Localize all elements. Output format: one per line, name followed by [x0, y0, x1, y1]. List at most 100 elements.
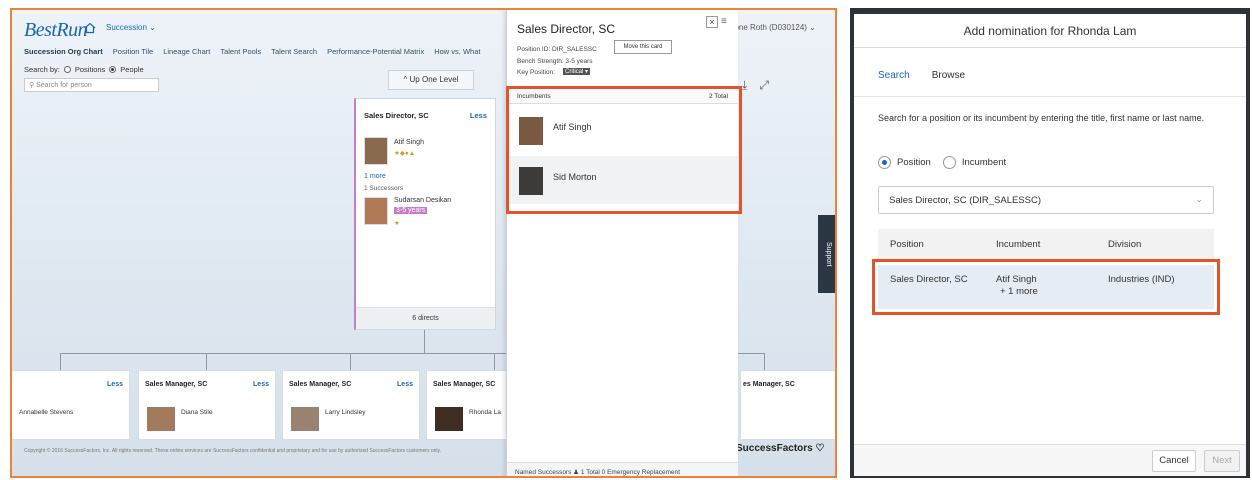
tab-lineage-chart[interactable]: Lineage Chart: [163, 47, 210, 56]
search-mode-radios: Position Incumbent: [878, 156, 1006, 169]
tab-position-tile[interactable]: Position Tile: [113, 47, 153, 56]
star-icon: ★: [394, 220, 400, 227]
people-radio[interactable]: [109, 66, 117, 73]
tab-performance-potential-matrix[interactable]: Performance-Potential Matrix: [327, 47, 424, 56]
cancel-button[interactable]: Cancel: [1152, 450, 1196, 472]
position-side-panel: Sales Director, SC × ≡ Position ID: DIR_…: [506, 10, 738, 476]
incumbent-name[interactable]: Rhonda La: [469, 409, 501, 416]
less-link[interactable]: Less: [397, 381, 413, 388]
up-one-level-label: Up One Level: [409, 75, 459, 84]
key-position-label: Key Position:: [517, 69, 555, 76]
nav-tabs: Succession Org Chart Position Tile Linea…: [24, 47, 480, 56]
download-icon[interactable]: ⤓: [742, 78, 759, 92]
succession-org-chart-screen: BestRun Succession ⌄ none Roth (D030124)…: [10, 8, 837, 478]
incumbent-name[interactable]: Atif Singh: [394, 139, 424, 146]
positions-radio[interactable]: [63, 66, 71, 73]
incumbents-highlight: [506, 86, 742, 214]
card-title: Sales Manager, SC: [289, 381, 352, 388]
nomination-dialog-screen: Add nomination for Rhonda Lam Search Bro…: [850, 8, 1250, 478]
column-division: Division: [1108, 239, 1142, 250]
person-icon: ♟: [573, 469, 579, 476]
position-card[interactable]: Less Annabelle Stevens: [12, 370, 130, 440]
bestrun-logo[interactable]: BestRun: [24, 19, 88, 42]
incumbent-name[interactable]: Diana Stile: [181, 409, 212, 416]
tab-search[interactable]: Search: [878, 70, 910, 81]
position-card[interactable]: es Manager, SC: [740, 370, 835, 440]
successor-name[interactable]: Sudarsan Desikan: [394, 197, 451, 204]
key-position-dropdown[interactable]: Critical ▾: [563, 68, 591, 75]
indicator-icons: ★◆●▲: [394, 150, 416, 157]
results-table-header: Position Incumbent Division: [878, 229, 1214, 259]
positions-radio-label[interactable]: Positions: [75, 65, 105, 74]
support-tab[interactable]: Support: [818, 215, 835, 293]
menu-icon[interactable]: ≡: [721, 16, 727, 27]
user-menu[interactable]: none Roth (D030124) ⌄: [730, 23, 816, 32]
next-button[interactable]: Next: [1204, 450, 1240, 472]
tab-talent-pools[interactable]: Talent Pools: [220, 47, 261, 56]
search-help-text: Search for a position or its incumbent b…: [878, 113, 1205, 123]
less-link[interactable]: Less: [107, 381, 123, 388]
connector-line: [494, 353, 495, 370]
composite-screenshot: BestRun Succession ⌄ none Roth (D030124)…: [0, 0, 1252, 480]
close-icon[interactable]: ×: [706, 16, 718, 28]
people-radio-label[interactable]: People: [120, 65, 143, 74]
dialog-tabs: Search Browse: [878, 70, 965, 81]
tab-how-vs-what[interactable]: How vs. What: [434, 47, 480, 56]
copyright-text: Copyright © 2016 SuccessFactors, Inc. Al…: [24, 448, 442, 454]
readiness-badge: 3-5 years: [394, 207, 428, 214]
less-link[interactable]: Less: [470, 111, 487, 120]
position-card[interactable]: Sales Manager, SC Less Larry Lindsley: [282, 370, 420, 440]
named-successors-bar: Named Successors ♟ 1 Total 0 Emergency R…: [507, 462, 738, 476]
move-card-tooltip: Move this card: [614, 40, 672, 54]
position-card-sales-director[interactable]: Sales Director, SC Less Atif Singh ★◆●▲ …: [354, 98, 496, 330]
tab-divider: [854, 96, 1246, 97]
position-radio-label[interactable]: Position: [897, 157, 931, 168]
fullscreen-icon[interactable]: ⤢: [759, 78, 781, 92]
tab-talent-search[interactable]: Talent Search: [271, 47, 317, 56]
bench-strength: Bench Strength: 3-5 years: [517, 58, 593, 65]
position-id: Position ID: DIR_SALESSC: [517, 46, 597, 53]
search-icon: ⚲: [29, 82, 35, 89]
home-icon[interactable]: [84, 22, 96, 34]
dialog-title: Add nomination for Rhonda Lam: [854, 14, 1246, 48]
card-title: Sales Manager, SC: [433, 381, 496, 388]
position-select[interactable]: Sales Director, SC (DIR_SALESSC) ⌄: [878, 186, 1214, 214]
tab-succession-org-chart[interactable]: Succession Org Chart: [24, 47, 103, 56]
module-menu[interactable]: Succession ⌄: [106, 23, 156, 32]
incumbent-photo: [435, 407, 463, 431]
chevron-down-icon: ⌄: [1195, 194, 1203, 204]
tab-browse[interactable]: Browse: [932, 70, 965, 81]
incumbent-radio-label[interactable]: Incumbent: [962, 157, 1006, 168]
position-card[interactable]: Sales Manager, SC Less Diana Stile: [138, 370, 276, 440]
search-by-label: Search by:: [24, 65, 60, 74]
incumbent-photo: [364, 137, 388, 165]
search-placeholder: Search for person: [36, 82, 92, 89]
card-title: Sales Manager, SC: [145, 381, 208, 388]
card-title: es Manager, SC: [743, 381, 795, 388]
connector-line: [60, 353, 61, 370]
heart-icon: ♡: [815, 443, 825, 454]
incumbent-name[interactable]: Annabelle Stevens: [19, 409, 73, 416]
chevron-up-icon: ^: [403, 75, 408, 84]
position-select-value: Sales Director, SC (DIR_SALESSC): [889, 195, 1042, 206]
successors-count: 1 Successors: [364, 185, 404, 192]
more-link[interactable]: 1 more: [364, 173, 386, 180]
position-radio[interactable]: [878, 156, 891, 169]
person-search-input[interactable]: ⚲ Search for person: [24, 78, 159, 92]
connector-line: [206, 353, 207, 370]
incumbent-photo: [291, 407, 319, 431]
chart-toolbar: ⤓⤢: [742, 78, 781, 93]
incumbent-name[interactable]: Larry Lindsley: [325, 409, 365, 416]
up-one-level-button[interactable]: ^ Up One Level: [388, 70, 474, 90]
connector-line: [424, 330, 425, 353]
incumbent-radio[interactable]: [942, 156, 956, 169]
less-link[interactable]: Less: [253, 381, 269, 388]
column-position: Position: [890, 239, 924, 250]
connector-line: [350, 353, 351, 370]
successfactors-logo-text: SuccessFactors: [736, 443, 813, 454]
search-by-row: Search by: Positions People: [24, 65, 144, 74]
directs-footer[interactable]: 6 directs: [356, 307, 495, 329]
add-nomination-dialog: Add nomination for Rhonda Lam Search Bro…: [854, 14, 1246, 476]
column-incumbent: Incumbent: [996, 239, 1041, 250]
named-successors-label: Named Successors: [515, 469, 572, 476]
